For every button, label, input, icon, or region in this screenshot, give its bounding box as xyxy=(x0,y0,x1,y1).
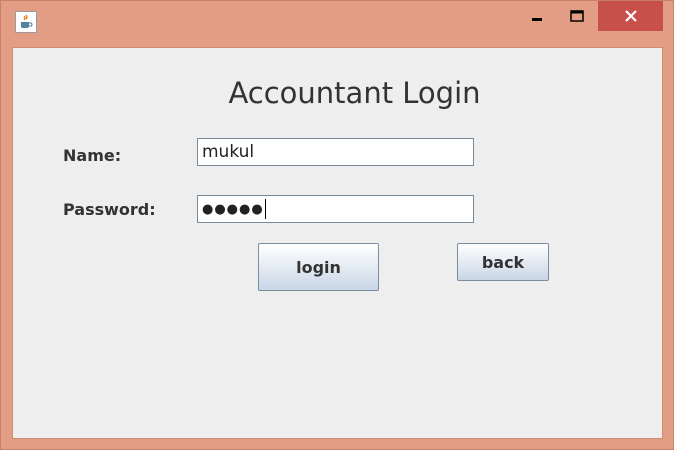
java-coffee-cup-icon[interactable] xyxy=(15,11,37,33)
back-button[interactable]: back xyxy=(457,243,549,281)
maximize-button[interactable] xyxy=(561,1,593,31)
password-value: ●●●●● xyxy=(202,201,264,217)
password-label: Password: xyxy=(63,200,156,219)
login-button[interactable]: login xyxy=(258,243,379,291)
maximize-icon xyxy=(570,10,584,22)
close-button[interactable] xyxy=(598,1,663,31)
content-panel: Accountant Login Name: mukul Password: ●… xyxy=(12,47,663,439)
name-field[interactable]: mukul xyxy=(197,138,474,166)
page-title: Accountant Login xyxy=(228,76,481,110)
close-icon xyxy=(624,10,637,22)
name-label: Name: xyxy=(63,146,122,165)
name-value: mukul xyxy=(202,142,255,162)
app-window: Accountant Login Name: mukul Password: ●… xyxy=(0,0,674,450)
title-bar[interactable] xyxy=(1,1,673,39)
password-field[interactable]: ●●●●● xyxy=(197,195,474,223)
minimize-icon xyxy=(532,18,542,21)
text-caret xyxy=(264,199,266,219)
minimize-button[interactable] xyxy=(521,1,553,31)
